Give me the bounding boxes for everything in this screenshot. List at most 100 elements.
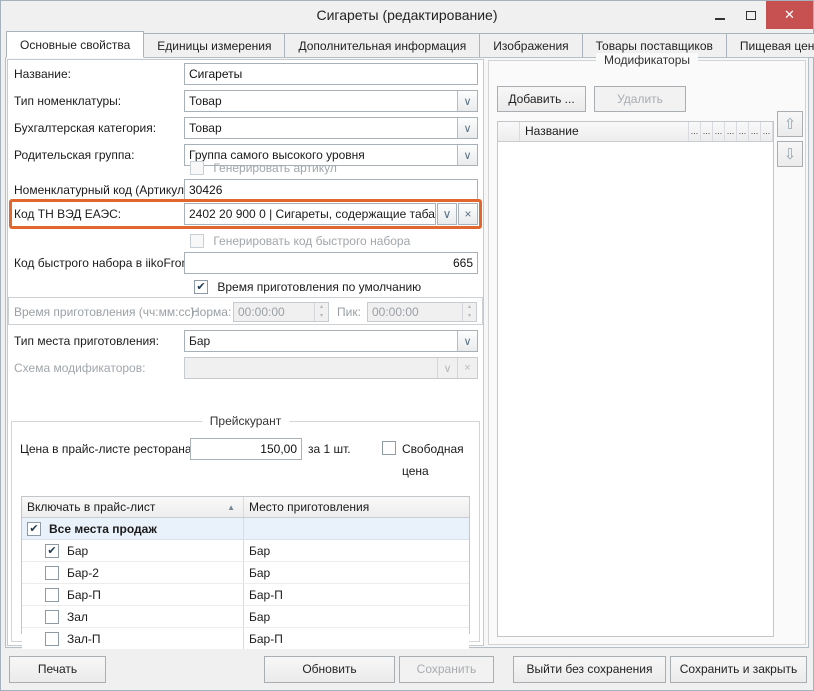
name-input[interactable] <box>184 63 478 85</box>
name-row: Название: <box>8 63 483 85</box>
spin-down-icon: ▾ <box>463 312 476 321</box>
table-row[interactable]: Бар-П Бар-П <box>22 584 469 606</box>
generate-article-checkbox <box>190 161 204 175</box>
name-label: Название: <box>14 63 71 85</box>
quick-code-input[interactable] <box>184 252 478 274</box>
arrow-down-icon: ⇩ <box>784 145 797 163</box>
row-checkbox[interactable] <box>45 588 59 602</box>
cook-time-norm-label: Норма: <box>191 302 231 322</box>
save-and-close-button[interactable]: Сохранить и закрыть <box>670 656 807 683</box>
row-checkbox[interactable] <box>45 610 59 624</box>
free-price-checkbox[interactable] <box>382 441 396 455</box>
tnved-input[interactable]: 2402 20 900 0 | Сигареты, содержащие таб… <box>184 203 436 225</box>
modifiers-selector-column <box>498 122 520 141</box>
chevron-down-icon[interactable]: ∨ <box>457 118 477 138</box>
row-checkbox[interactable]: ✔ <box>45 544 59 558</box>
modifiers-extra-column[interactable]: ... <box>749 122 761 141</box>
column-include-in-price-list[interactable]: Включать в прайс-лист ▲ <box>22 497 244 517</box>
titlebar: Сигареты (редактирование) ✕ <box>1 1 813 29</box>
cook-place-type-label: Тип места приготовления: <box>14 330 159 352</box>
refresh-button[interactable]: Обновить <box>264 656 395 683</box>
cook-place-type-select[interactable]: Бар ∨ <box>184 330 478 352</box>
default-cook-time-label: Время приготовления по умолчанию <box>217 280 421 294</box>
chevron-down-icon[interactable]: ∨ <box>457 91 477 111</box>
cook-time-peak-label: Пик: <box>337 302 361 322</box>
exit-without-saving-button[interactable]: Выйти без сохранения <box>513 656 666 683</box>
tnved-dropdown-button[interactable]: ∨ <box>437 203 457 225</box>
modifier-scheme-select: ∨ × <box>184 357 478 379</box>
default-cook-time-checkbox-row: ✔ Время приготовления по умолчанию <box>194 278 421 294</box>
close-icon: ✕ <box>784 7 795 23</box>
tab-basic-properties[interactable]: Основные свойства <box>6 31 144 58</box>
tab-nutrition[interactable]: Пищевая ценность <box>727 33 814 58</box>
table-row[interactable]: ✔ Бар Бар <box>22 540 469 562</box>
edit-product-window: Сигареты (редактирование) ✕ Основные сво… <box>0 0 814 691</box>
default-cook-time-checkbox[interactable]: ✔ <box>194 280 208 294</box>
close-button[interactable]: ✕ <box>766 1 813 29</box>
tab-page-basic-properties: Название: Тип номенклатуры: Товар ∨ Бухг… <box>5 57 809 648</box>
add-modifier-button[interactable]: Добавить ... <box>497 86 586 112</box>
price-list-group-title: Прейскурант <box>202 414 289 428</box>
spin-up-icon: ▴ <box>315 303 328 312</box>
tnved-row: Код ТН ВЭД ЕАЭС: 2402 20 900 0 | Сигарет… <box>8 203 483 225</box>
clear-icon: × <box>457 358 477 378</box>
modifiers-extra-column[interactable]: ... <box>701 122 713 141</box>
modifiers-extra-column[interactable]: ... <box>725 122 737 141</box>
chevron-down-icon[interactable]: ∨ <box>457 145 477 165</box>
chevron-down-icon: ∨ <box>437 358 457 378</box>
price-input[interactable] <box>190 438 302 460</box>
tab-units[interactable]: Единицы измерения <box>144 33 285 58</box>
properties-form: Название: Тип номенклатуры: Товар ∨ Бухг… <box>7 59 484 646</box>
modifiers-extra-column[interactable]: ... <box>737 122 749 141</box>
tnved-label: Код ТН ВЭД ЕАЭС: <box>14 203 121 225</box>
modifiers-name-column[interactable]: Название <box>520 122 689 141</box>
sort-ascending-icon: ▲ <box>227 503 235 512</box>
accounting-category-select[interactable]: Товар ∨ <box>184 117 478 139</box>
accounting-category-row: Бухгалтерская категория: Товар ∨ <box>8 117 483 139</box>
accounting-category-label: Бухгалтерская категория: <box>14 117 156 139</box>
cook-time-label: Время приготовления (чч:мм:сс): <box>14 302 198 322</box>
modifiers-extra-column[interactable]: ... <box>761 122 773 141</box>
article-code-input[interactable] <box>184 179 478 201</box>
nomenclature-type-select[interactable]: Товар ∨ <box>184 90 478 112</box>
generate-quick-code-checkbox <box>190 234 204 248</box>
minimize-icon <box>715 18 725 20</box>
tnved-clear-button[interactable]: × <box>458 203 478 225</box>
tab-images[interactable]: Изображения <box>480 33 582 58</box>
arrow-up-icon: ⇧ <box>784 115 797 133</box>
article-code-label: Номенклатурный код (Артикул): <box>14 179 191 201</box>
print-button[interactable]: Печать <box>9 656 106 683</box>
cook-time-row: Время приготовления (чч:мм:сс): Норма: 0… <box>8 297 483 325</box>
chevron-down-icon: ∨ <box>443 207 452 221</box>
move-up-button: ⇧ <box>777 111 803 137</box>
price-label: Цена в прайс-листе ресторана: <box>20 438 195 460</box>
delete-modifier-button: Удалить <box>594 86 686 112</box>
table-row[interactable]: Зал Бар <box>22 606 469 628</box>
chevron-down-icon[interactable]: ∨ <box>457 331 477 351</box>
move-down-button: ⇩ <box>777 141 803 167</box>
table-row-all-places[interactable]: ✔ Все места продаж <box>22 518 469 540</box>
minimize-button[interactable] <box>704 1 735 29</box>
modifier-scheme-label: Схема модификаторов: <box>14 357 145 379</box>
modifiers-extra-column[interactable]: ... <box>689 122 701 141</box>
cook-time-peak-spinner: 00:00:00 ▴▾ <box>367 302 477 322</box>
price-list-table: Включать в прайс-лист ▲ Место приготовле… <box>21 496 470 634</box>
footer-button-bar: Печать Обновить Сохранить Выйти без сохр… <box>1 649 813 690</box>
row-checkbox[interactable]: ✔ <box>27 522 41 536</box>
table-row[interactable]: Бар-2 Бар <box>22 562 469 584</box>
spin-down-icon: ▾ <box>315 312 328 321</box>
table-row[interactable]: Зал-П Бар-П <box>22 628 469 650</box>
maximize-button[interactable] <box>735 1 766 29</box>
maximize-icon <box>746 11 756 20</box>
clear-icon: × <box>464 207 471 221</box>
modifiers-extra-column[interactable]: ... <box>713 122 725 141</box>
column-cook-place[interactable]: Место приготовления <box>244 497 469 517</box>
price-row: Цена в прайс-листе ресторана: за 1 шт. С… <box>12 438 479 460</box>
tab-additional-info[interactable]: Дополнительная информация <box>285 33 480 58</box>
modifiers-group: Модификаторы Добавить ... Удалить Назван… <box>488 60 806 645</box>
nomenclature-type-row: Тип номенклатуры: Товар ∨ <box>8 90 483 112</box>
row-checkbox[interactable] <box>45 566 59 580</box>
row-checkbox[interactable] <box>45 632 59 646</box>
modifiers-table-header: Название ... ... ... ... ... ... ... <box>498 122 773 142</box>
price-list-table-header: Включать в прайс-лист ▲ Место приготовле… <box>22 497 469 518</box>
